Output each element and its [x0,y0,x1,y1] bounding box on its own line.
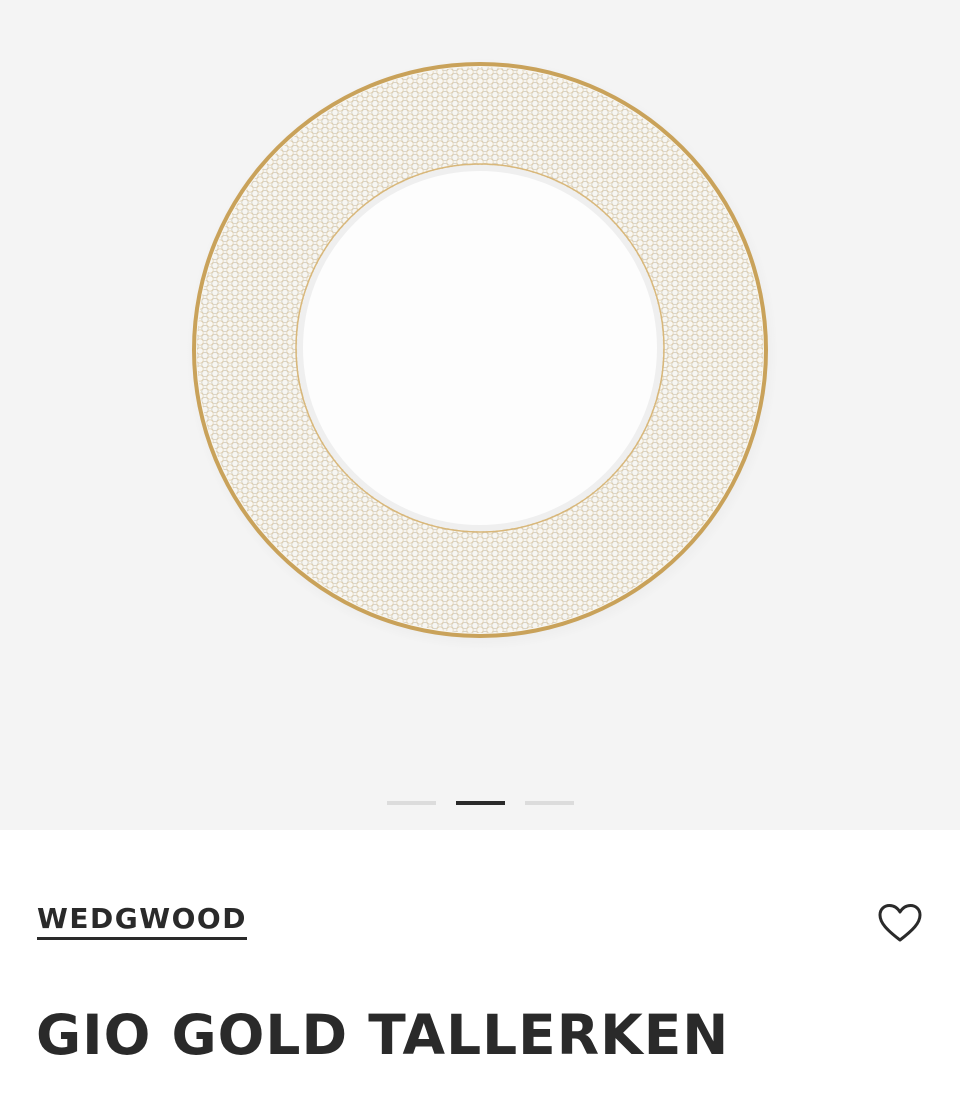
pager-dot-2-active[interactable] [455,801,505,805]
gallery-pager [0,801,960,807]
product-title: GIO GOLD TALLERKEN [36,1003,730,1067]
pager-dot-1[interactable] [386,801,436,805]
pager-dot-3[interactable] [524,801,574,805]
product-image-gallery[interactable] [0,0,960,830]
product-image [186,58,778,650]
brand-link[interactable]: WEDGWOOD [37,903,247,940]
heart-outline-icon [878,904,922,942]
wishlist-button[interactable] [872,898,928,948]
